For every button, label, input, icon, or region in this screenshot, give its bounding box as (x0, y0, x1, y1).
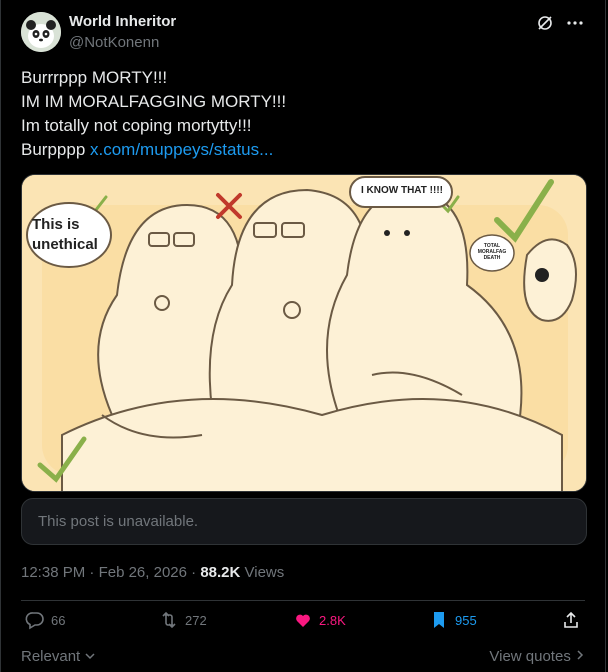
like-count: 2.8K (319, 612, 346, 628)
relevant-label: Relevant (21, 648, 81, 665)
avatar[interactable] (21, 12, 61, 52)
speech-bubble-left: This is unethical (32, 216, 98, 253)
repost-icon (159, 610, 179, 630)
post-meta: 12:38 PM · Feb 26, 2026 · 88.2K Views (21, 564, 284, 581)
bookmark-icon (429, 610, 449, 630)
share-icon (561, 610, 581, 630)
chevron-right-icon (575, 648, 585, 665)
relevant-sort[interactable]: Relevant (21, 648, 96, 665)
post-card: World Inheritor @NotKonenn Burrrppp MORT… (0, 0, 606, 672)
post-time[interactable]: 12:38 PM (21, 564, 85, 581)
post-link[interactable]: x.com/muppeys/status... (90, 140, 273, 159)
chevron-down-icon (84, 648, 96, 665)
post-header: World Inheritor @NotKonenn (21, 10, 585, 54)
meta-separator: · (89, 564, 99, 581)
repost-count: 272 (185, 612, 207, 628)
post-text: Burrrppp MORTY!!! IM IM MORALFAGGING MOR… (21, 66, 585, 162)
author-name[interactable]: World Inheritor (69, 13, 176, 30)
reply-icon (25, 610, 45, 630)
share-button[interactable] (561, 610, 581, 630)
views-count: 88.2K (200, 564, 241, 581)
grok-slash-icon[interactable] (535, 14, 555, 37)
reply-button[interactable]: 66 (25, 610, 65, 630)
post-line-last: Burpppp x.com/muppeys/status... (21, 138, 585, 162)
more-icon[interactable] (565, 14, 585, 37)
post-line: IM IM MORALFAGGING MORTY!!! (21, 92, 287, 111)
view-quotes-label: View quotes (489, 648, 571, 665)
heart-icon (293, 610, 313, 630)
post-line: Im totally not coping mortytty!!! (21, 116, 252, 135)
reply-count: 66 (51, 612, 66, 628)
views-label: Views (244, 564, 285, 581)
bookmark-count: 955 (455, 612, 477, 628)
speech-bubble-small: TOTAL MORALFAG DEATH (477, 243, 507, 261)
post-image[interactable]: This is unethical I KNOW THAT !!!! TOTAL… (21, 174, 587, 492)
meta-separator: · (191, 564, 201, 581)
bookmark-button[interactable]: 955 (429, 610, 477, 630)
speech-bubble-top: I KNOW THAT !!!! (360, 185, 443, 196)
post-line: Burrrppp MORTY!!! (21, 68, 168, 87)
repost-button[interactable]: 272 (159, 610, 207, 630)
action-bar: 66 272 2.8K 955 (21, 610, 585, 640)
view-quotes-link[interactable]: View quotes (489, 648, 585, 665)
header-icons (535, 14, 585, 37)
divider (21, 600, 585, 601)
like-button[interactable]: 2.8K (293, 610, 346, 630)
author-handle[interactable]: @NotKonenn (69, 34, 159, 51)
post-footer: Relevant View quotes (21, 646, 585, 668)
quoted-post-unavailable: This post is unavailable. (21, 498, 587, 545)
post-date[interactable]: Feb 26, 2026 (99, 564, 187, 581)
post-line-prefix: Burpppp (21, 140, 90, 159)
quote-text: This post is unavailable. (38, 513, 199, 530)
